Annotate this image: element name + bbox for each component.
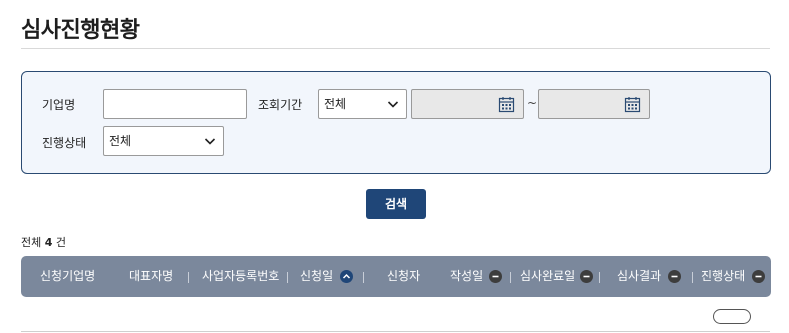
column-divider xyxy=(510,272,511,283)
page-title: 심사진행현황 xyxy=(21,18,140,43)
column-divider xyxy=(599,272,600,283)
column-divider xyxy=(287,272,288,283)
status-select[interactable]: 전체 xyxy=(103,126,224,156)
table-row-divider xyxy=(21,331,770,332)
row-action-pill[interactable] xyxy=(713,309,751,324)
company-name-input[interactable] xyxy=(103,89,247,119)
column-header-business-number: 사업자등록번호 xyxy=(202,269,280,283)
chevron-down-icon xyxy=(204,138,216,145)
sort-minus-icon[interactable] xyxy=(489,270,502,283)
result-count-number: 4 xyxy=(44,236,53,249)
date-to-field[interactable] xyxy=(538,89,650,119)
date-range-separator: ~ xyxy=(527,96,538,110)
column-divider xyxy=(188,272,189,283)
status-select-value: 전체 xyxy=(109,134,132,148)
search-button[interactable]: 검색 xyxy=(366,189,426,219)
result-count: 전체 4 건 xyxy=(21,234,66,250)
period-label: 조회기간 xyxy=(258,98,303,112)
period-select-value: 전체 xyxy=(324,97,347,111)
date-from-field[interactable] xyxy=(411,89,524,119)
calendar-icon[interactable] xyxy=(498,96,515,113)
result-count-prefix: 전체 xyxy=(21,236,42,249)
column-header-applicant: 신청자 xyxy=(387,269,421,283)
column-divider xyxy=(692,272,693,283)
column-header-apply-date[interactable]: 신청일 xyxy=(300,256,333,297)
period-select[interactable]: 전체 xyxy=(318,89,407,119)
result-count-suffix: 건 xyxy=(55,236,67,249)
column-header-company: 신청기업명 xyxy=(40,269,96,283)
column-header-representative: 대표자명 xyxy=(129,269,174,283)
column-header-review-complete-date[interactable]: 심사완료일 xyxy=(520,256,575,297)
table-header: 신청기업명 대표자명 사업자등록번호 신청일 신청자 작성일 심사완료일 심사결… xyxy=(21,256,771,297)
sort-minus-icon[interactable] xyxy=(752,270,765,283)
chevron-down-icon xyxy=(387,101,399,108)
status-label: 진행상태 xyxy=(42,136,87,150)
title-divider xyxy=(21,48,770,49)
column-divider xyxy=(363,272,364,283)
sort-ascending-icon[interactable] xyxy=(340,270,353,283)
sort-minus-icon[interactable] xyxy=(580,270,593,283)
calendar-icon[interactable] xyxy=(624,96,641,113)
column-header-progress-status[interactable]: 진행상태 xyxy=(701,256,745,297)
company-name-label: 기업명 xyxy=(42,98,76,112)
sort-minus-icon[interactable] xyxy=(668,270,681,283)
search-filter-panel: 기업명 조회기간 전체 ~ 진행상태 전체 xyxy=(21,71,771,174)
column-header-created-date[interactable]: 작성일 xyxy=(450,256,483,297)
column-header-review-result[interactable]: 심사결과 xyxy=(617,256,661,297)
